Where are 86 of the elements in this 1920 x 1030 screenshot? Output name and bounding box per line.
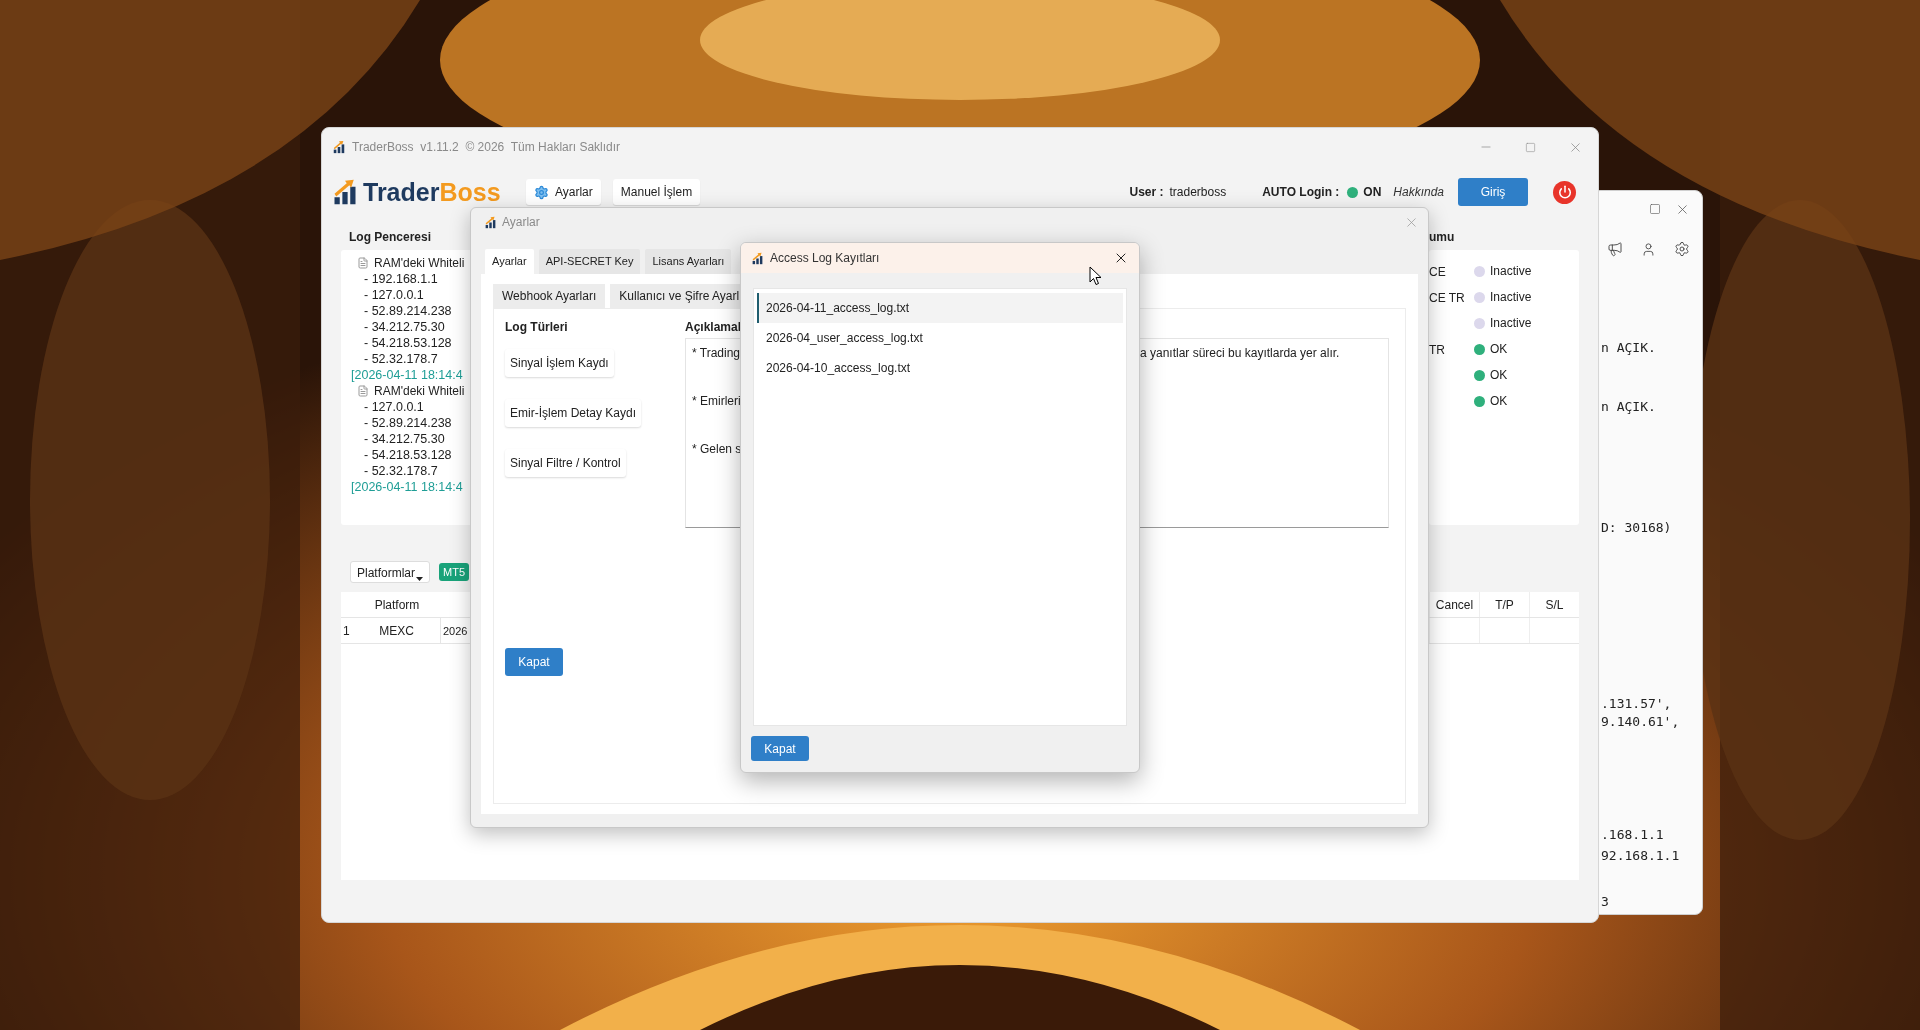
exchange-label: CE: [1429, 265, 1446, 279]
console-line: .131.57',: [1601, 695, 1673, 713]
tab[interactable]: Lisans Ayarları: [645, 249, 732, 274]
table-cell-text: 2026: [443, 624, 468, 639]
settings-button[interactable]: Ayarlar: [526, 179, 601, 205]
log-entry: - 54.218.53.128: [364, 447, 452, 463]
console-line: 9.140.61',: [1601, 713, 1681, 731]
file-list-item[interactable]: 2026-04-10_access_log.txt: [757, 353, 1123, 383]
column-header: S/L: [1529, 592, 1579, 617]
console-line: n AÇIK.: [1601, 398, 1657, 416]
log-entry: RAM'deki Whiteli: [374, 383, 465, 399]
menu-button[interactable]: Manuel İşlem: [612, 179, 701, 205]
console-line: D: 30168): [1601, 519, 1673, 537]
tab[interactable]: API-SECRET Key: [538, 249, 641, 274]
window-title: TraderBoss v1.11.2 © 2026 Tüm Hakları Saklıdır: [352, 139, 621, 156]
file-list-item[interactable]: 2026-04_user_access_log.txt: [757, 323, 1123, 353]
close-dialog-button[interactable]: Kapat: [751, 736, 809, 761]
exchange-label: TR: [1429, 343, 1445, 357]
log-type-button[interactable]: Emir-İşlem Detay Kaydı: [505, 399, 642, 427]
document-icon: [357, 257, 369, 269]
file-list-item[interactable]: 2026-04-11_access_log.txt: [757, 293, 1123, 323]
chart-logo-icon: [332, 140, 346, 154]
row-number: 1: [342, 623, 351, 640]
log-entry: - 52.32.178.7: [364, 351, 438, 367]
console-line: 92.168.1.1: [1601, 847, 1681, 865]
table-cell: MEXC: [353, 618, 441, 643]
dialog-title: Access Log Kayıtları: [770, 250, 880, 267]
platforms-dropdown[interactable]: Platformlar: [350, 561, 430, 583]
auto-login-state: ON: [1363, 184, 1382, 201]
log-entry: - 127.0.0.1: [364, 399, 424, 415]
status-text: Inactive: [1490, 263, 1532, 280]
column-header: Platform: [373, 597, 421, 614]
log-timestamp: [2026-04-11 18:14:4: [351, 479, 463, 495]
chart-logo-icon: [751, 251, 764, 265]
gear-icon: [534, 184, 549, 200]
log-entry: - 127.0.0.1: [364, 287, 424, 303]
log-timestamp: [2026-04-11 18:14:4: [351, 367, 463, 383]
exchange-label: CE TR: [1429, 291, 1465, 305]
maximize-icon[interactable]: [1649, 203, 1661, 215]
status-text: OK: [1490, 341, 1508, 358]
log-entry: - 192.168.1.1: [364, 271, 438, 287]
tab[interactable]: Ayarlar: [485, 249, 534, 274]
log-entry: - 52.32.178.7: [364, 463, 438, 479]
about-link[interactable]: Hakkında: [1393, 183, 1444, 201]
description-text: * Trading: [692, 345, 742, 361]
document-icon: [357, 385, 369, 397]
platform-tag: MT5: [439, 563, 469, 581]
close-dialog-button[interactable]: Kapat: [505, 648, 563, 676]
login-button[interactable]: Giriş: [1458, 178, 1528, 206]
status-text: Inactive: [1490, 289, 1532, 306]
console-line: n AÇIK.: [1601, 339, 1657, 357]
auto-login-label: AUTO Login :: [1262, 184, 1340, 201]
column-header: T/P: [1479, 592, 1529, 617]
description-text: a yanıtlar süreci bu kayıtlarda yer alır.: [1140, 345, 1340, 361]
mouse-cursor-icon: [1089, 266, 1102, 286]
panel-title: umu: [1429, 229, 1456, 246]
log-entry: - 34.212.75.30: [364, 319, 445, 335]
log-entry: - 34.212.75.30: [364, 431, 445, 447]
section-heading: Log Türleri: [505, 319, 568, 335]
log-entry: - 54.218.53.128: [364, 335, 452, 351]
section-heading: Açıklamal: [685, 319, 743, 335]
status-text: OK: [1490, 393, 1508, 410]
dialog-title: Ayarlar: [502, 214, 540, 231]
log-entry: - 52.89.214.238: [364, 415, 452, 431]
panel-title: Log Penceresi: [348, 229, 433, 246]
console-line: .168.1.1: [1601, 826, 1665, 844]
maximize-icon: [1525, 141, 1536, 153]
power-button[interactable]: [1553, 180, 1576, 204]
tab[interactable]: Webhook Ayarları: [493, 284, 606, 308]
megaphone-icon[interactable]: [1607, 241, 1623, 257]
caret-icon: [416, 577, 423, 582]
description-text: * Emirleri: [692, 393, 742, 409]
logo-text: TraderBoss: [363, 178, 501, 206]
user-label: User :: [1129, 184, 1164, 201]
log-entry: - 52.89.214.238: [364, 303, 452, 319]
log-entry: RAM'deki Whiteli: [374, 255, 465, 271]
chart-logo-icon: [484, 215, 497, 229]
log-type-button[interactable]: Sinyal Filtre / Kontrol: [505, 449, 626, 477]
status-text: OK: [1490, 367, 1508, 384]
user-icon[interactable]: [1641, 241, 1656, 257]
status-text: Inactive: [1490, 315, 1532, 332]
settings-icon[interactable]: [1674, 241, 1690, 257]
power-icon: [1557, 185, 1572, 199]
log-type-button[interactable]: Sinyal İşlem Kaydı: [505, 349, 614, 377]
console-line: 3: [1601, 893, 1610, 911]
user-name: traderboss: [1169, 184, 1227, 201]
